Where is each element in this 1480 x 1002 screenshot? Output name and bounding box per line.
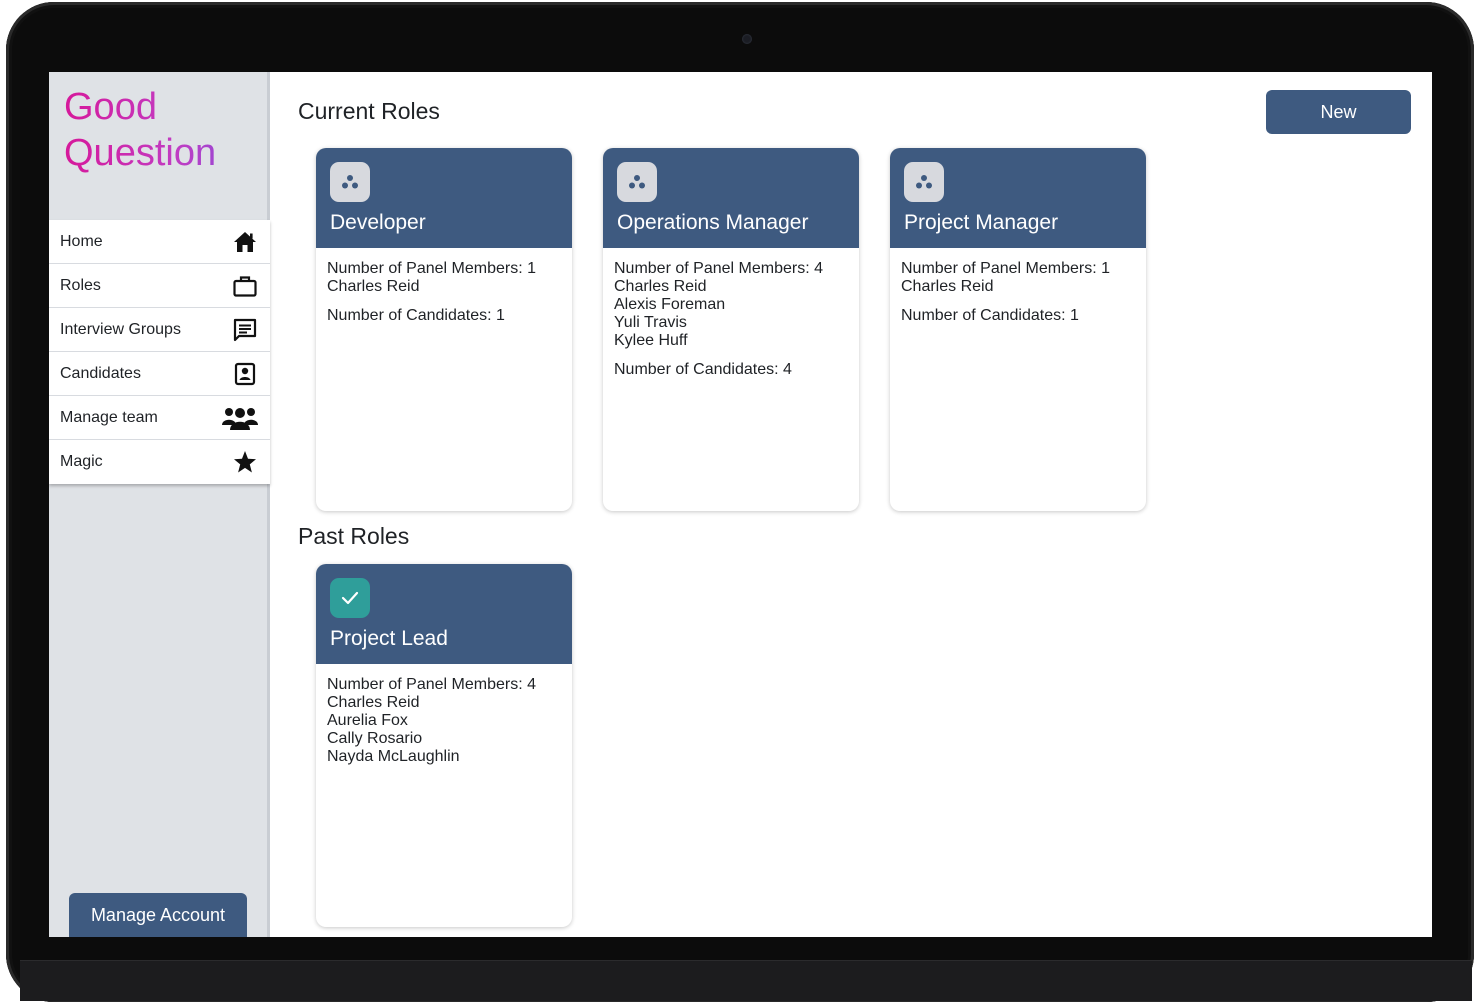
sidebar-item-label: Home (60, 232, 103, 250)
role-card-operations-manager[interactable]: Operations Manager Number of Panel Membe… (603, 148, 859, 511)
panel-member: Aurelia Fox (327, 712, 408, 729)
sidebar-item-label: Manage team (60, 408, 158, 426)
camera (742, 34, 752, 44)
app-logo: Good Question (64, 84, 264, 176)
current-roles-title: Current Roles (298, 98, 440, 124)
sidebar-item-candidates[interactable]: Candidates (49, 352, 270, 396)
sidebar-item-label: Magic (60, 453, 103, 470)
sidebar-item-home[interactable]: Home (49, 220, 270, 264)
role-card-body: Number of Panel Members: 4 Charles Reid … (603, 248, 859, 379)
role-title: Project Lead (330, 627, 448, 650)
role-card-project-lead[interactable]: Project Lead Number of Panel Members: 4 … (316, 564, 572, 927)
candidate-count: Number of Candidates: 1 (327, 307, 505, 324)
candidate-count: Number of Candidates: 4 (614, 361, 792, 378)
candidate-count: Number of Candidates: 1 (901, 307, 1079, 324)
panel-member: Kylee Huff (614, 332, 688, 349)
role-card-body: Number of Panel Members: 1 Charles Reid … (890, 248, 1146, 325)
new-role-button[interactable]: New (1266, 90, 1411, 134)
panel-member: Cally Rosario (327, 730, 423, 747)
sidebar: Good Question Home Roles Interview Group… (49, 72, 270, 937)
role-card-project-manager[interactable]: Project Manager Number of Panel Members:… (890, 148, 1146, 511)
role-title: Project Manager (904, 211, 1059, 234)
panel-count: Number of Panel Members: 1 (327, 260, 536, 277)
role-card-header: Project Lead (316, 564, 572, 664)
panel-member: Yuli Travis (614, 314, 687, 331)
sidebar-item-magic[interactable]: Magic (49, 440, 270, 484)
panel-member: Nayda McLaughlin (327, 748, 460, 765)
panel-member: Alexis Foreman (614, 296, 726, 313)
manage-account-button[interactable]: Manage Account (69, 893, 247, 937)
sidebar-item-roles[interactable]: Roles (49, 264, 270, 308)
role-title: Developer (330, 211, 426, 234)
panel-member: Charles Reid (327, 694, 420, 711)
panel-member: Charles Reid (327, 278, 420, 295)
team-icon (222, 405, 258, 431)
role-card-header: Operations Manager (603, 148, 859, 248)
home-icon (232, 229, 258, 255)
chat-icon (232, 317, 258, 343)
panel-count: Number of Panel Members: 4 (614, 260, 823, 277)
group-dots-icon (904, 162, 944, 202)
sidebar-item-label: Roles (60, 276, 101, 294)
group-dots-icon (330, 162, 370, 202)
contact-card-icon (232, 361, 258, 387)
role-title: Operations Manager (617, 211, 809, 234)
star-icon (232, 449, 258, 475)
logo-line-1: Good (64, 86, 157, 128)
logo-line-2: Question (64, 132, 217, 174)
panel-count: Number of Panel Members: 4 (327, 676, 536, 693)
group-dots-icon (617, 162, 657, 202)
role-card-developer[interactable]: Developer Number of Panel Members: 1 Cha… (316, 148, 572, 511)
sidebar-item-label: Interview Groups (60, 320, 181, 338)
sidebar-item-interview-groups[interactable]: Interview Groups (49, 308, 270, 352)
role-card-header: Project Manager (890, 148, 1146, 248)
role-card-header: Developer (316, 148, 572, 248)
laptop-chin (20, 960, 1472, 1001)
briefcase-icon (232, 273, 258, 299)
role-card-body: Number of Panel Members: 1 Charles Reid … (316, 248, 572, 325)
panel-member: Charles Reid (614, 278, 707, 295)
sidebar-nav: Home Roles Interview Groups Candidates M… (49, 220, 270, 484)
sidebar-item-manage-team[interactable]: Manage team (49, 396, 270, 440)
past-roles-title: Past Roles (298, 523, 410, 549)
panel-member: Charles Reid (901, 278, 994, 295)
check-icon (330, 578, 370, 618)
app-screen: Good Question Home Roles Interview Group… (49, 72, 1432, 937)
panel-count: Number of Panel Members: 1 (901, 260, 1110, 277)
role-card-body: Number of Panel Members: 4 Charles Reid … (316, 664, 572, 766)
sidebar-item-label: Candidates (60, 364, 141, 382)
